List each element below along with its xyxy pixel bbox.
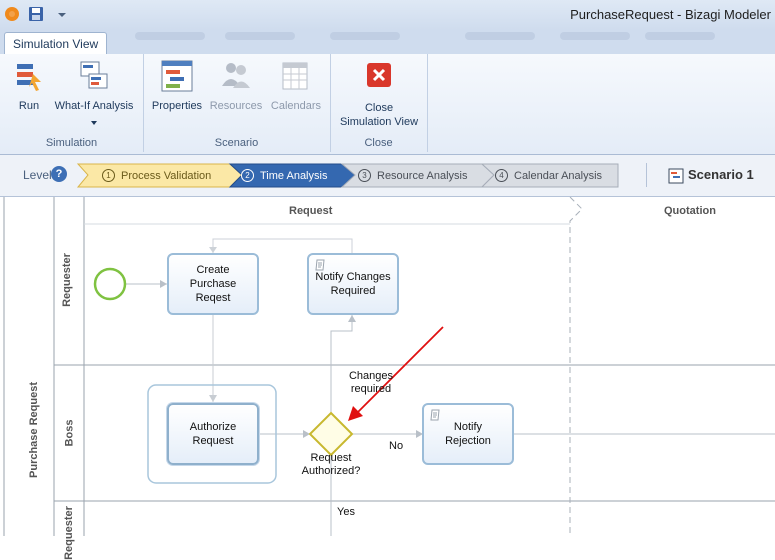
scenario-group-label: Scenario [214, 137, 259, 149]
title-bar: PurchaseRequest - Bizagi Modeler [0, 0, 775, 30]
phase-request: Request [289, 205, 333, 217]
step-1[interactable]: 1 Process Validation [102, 169, 211, 182]
task-authorize-line-2: Request [192, 435, 234, 447]
lane-label-requester-2: Requester [62, 506, 75, 560]
task-notify-changes-required[interactable]: Notify Changes Required [307, 253, 399, 315]
gateway-label-line-1: Request [310, 452, 352, 464]
quick-access-dropdown-icon[interactable] [56, 4, 68, 24]
step-3-label: Resource Analysis [377, 170, 468, 182]
task-create-purchase-request[interactable]: Create Purchase Reqest [167, 253, 259, 315]
level-bar: Level ? 1 Process Validation 2 Time Analys… [0, 155, 775, 197]
app-logo-icon[interactable] [2, 4, 22, 24]
diagram-canvas[interactable]: Purchase Request Requester Boss Requeste… [0, 197, 775, 560]
run-icon [17, 64, 41, 91]
close-group-label: Close [364, 137, 393, 149]
lane-label-requester: Requester [60, 253, 73, 307]
flow-label-no: No [389, 440, 404, 452]
calendars-button[interactable]: Calendars [267, 58, 325, 113]
task-create-text: Create Purchase Reqest [190, 263, 236, 305]
diagram-lines [3, 197, 775, 536]
task-notify-changes-line-1: Notify Changes [315, 271, 391, 283]
dropdown-arrow-icon [91, 121, 97, 125]
simulation-group: Run What-If Analysis Simulation [0, 54, 144, 152]
window-title: PurchaseRequest - Bizagi Modeler [570, 7, 771, 22]
close-simulation-view-button[interactable]: Close Simulation View [334, 60, 424, 129]
level-bar-divider [646, 163, 647, 187]
task-notify-rejection-text: Notify Rejection [445, 420, 491, 448]
task-notify-changes-text: Notify Changes Required [315, 270, 390, 298]
phase-quotation: Quotation [664, 205, 716, 217]
hidden-tab [135, 32, 205, 40]
flow-changes-line-2: required [350, 383, 392, 395]
step-3[interactable]: 3 Resource Analysis [358, 169, 468, 182]
task-notify-rejection-line-1: Notify [453, 421, 483, 433]
step-4-label: Calendar Analysis [514, 170, 603, 182]
request-authorized-gateway[interactable] [308, 411, 354, 457]
step-4[interactable]: 4 Calendar Analysis [495, 169, 602, 182]
hidden-tab [560, 32, 630, 40]
step-2-label: Time Analysis [260, 170, 328, 182]
task-authorize-text: Authorize Request [190, 420, 236, 448]
save-icon[interactable] [26, 4, 46, 24]
close-label-2: Simulation View [339, 116, 419, 128]
properties-button[interactable]: Properties [149, 58, 205, 113]
task-notify-rejection-line-2: Rejection [445, 435, 491, 447]
hidden-tab [465, 32, 535, 40]
resources-label: Resources [209, 100, 263, 112]
level-label: Level [23, 168, 52, 182]
what-if-analysis-button[interactable]: What-If Analysis [52, 58, 136, 130]
hidden-tab [645, 32, 715, 40]
gateway-label: Request Authorized? [298, 452, 364, 478]
task-notify-changes-line-2: Required [330, 285, 376, 297]
what-if-analysis-label: What-If Analysis [54, 100, 134, 112]
step-3-number: 3 [358, 169, 371, 182]
close-label-1: Close [364, 102, 394, 114]
pool-label: Purchase Request [27, 382, 40, 478]
properties-label: Properties [151, 100, 203, 112]
calendars-label: Calendars [270, 100, 322, 112]
close-icon [367, 63, 391, 87]
run-label: Run [18, 100, 40, 112]
calendars-icon [282, 62, 308, 90]
resources-icon [222, 63, 250, 88]
help-icon[interactable]: ? [51, 166, 67, 182]
tab-simulation-view[interactable]: Simulation View [4, 32, 108, 55]
task-notify-rejection[interactable]: Notify Rejection [422, 403, 514, 465]
task-create-line-2: Purchase [189, 278, 237, 290]
step-1-label: Process Validation [121, 170, 212, 182]
flow-changes-line-1: Changes [348, 370, 394, 382]
start-event[interactable] [93, 267, 127, 301]
step-1-number: 1 [102, 169, 115, 182]
resources-button[interactable]: Resources [207, 58, 265, 113]
script-task-icon [430, 409, 440, 421]
scenario-name[interactable]: Scenario 1 [688, 167, 754, 182]
flow-label-changes-required: Changes required [345, 370, 397, 396]
task-create-line-1: Create [196, 264, 230, 276]
ribbon: Run What-If Analysis Simulation Properti… [0, 54, 775, 155]
properties-icon [161, 60, 193, 92]
step-2[interactable]: 2 Time Analysis [241, 169, 327, 182]
task-authorize-request[interactable]: Authorize Request [167, 403, 259, 465]
hidden-tab [330, 32, 400, 40]
step-2-number: 2 [241, 169, 254, 182]
close-group: Close Simulation View Close [330, 54, 428, 152]
task-authorize-line-1: Authorize [189, 421, 237, 433]
scenario-icon [668, 168, 684, 184]
lane-label-boss: Boss [63, 419, 76, 447]
flow-label-yes: Yes [337, 506, 355, 518]
what-if-analysis-icon [80, 61, 108, 89]
gateway-label-line-2: Authorized? [301, 465, 361, 477]
task-create-line-3: Reqest [195, 292, 231, 304]
run-button[interactable]: Run [10, 58, 48, 113]
step-4-number: 4 [495, 169, 508, 182]
script-task-icon [315, 259, 325, 271]
hidden-tab [225, 32, 295, 40]
simulation-group-label: Simulation [45, 137, 98, 149]
scenario-group: Properties Resources Calendars Scenario [143, 54, 331, 152]
